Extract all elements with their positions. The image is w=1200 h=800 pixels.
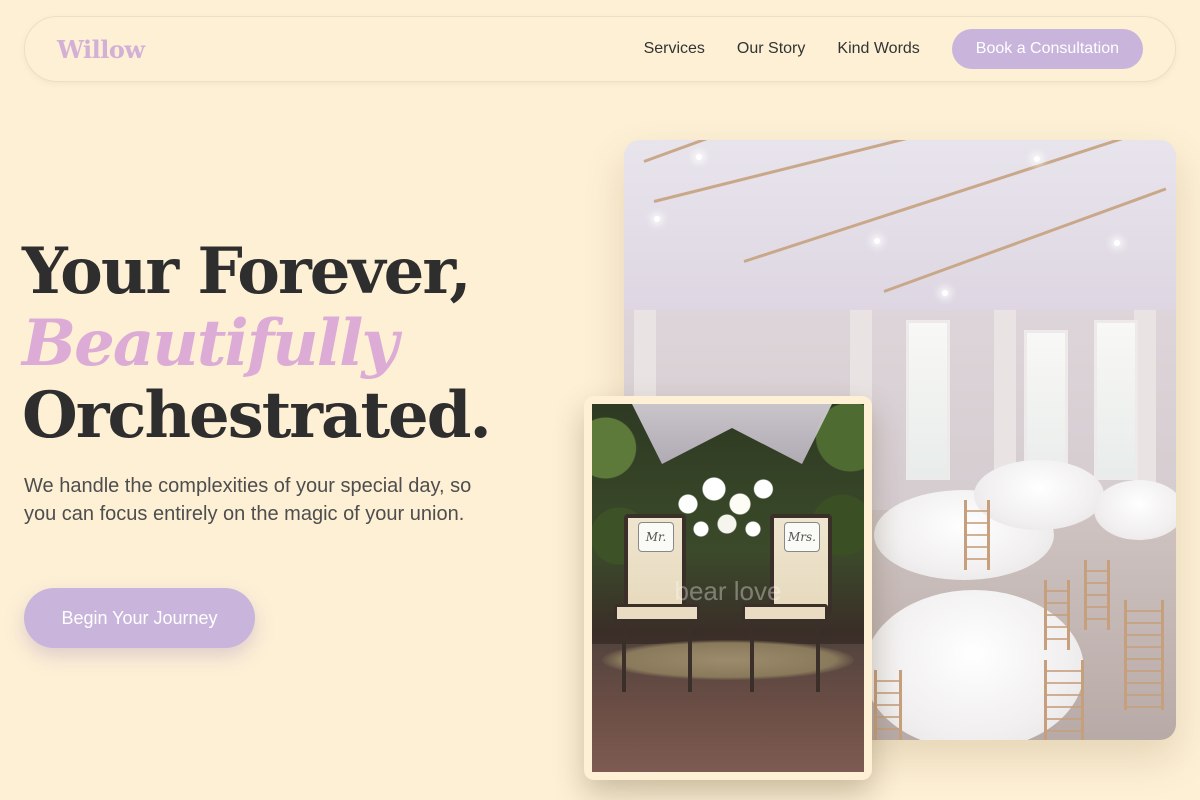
reception-chair xyxy=(1084,560,1110,630)
chair-sign-mrs: Mrs. xyxy=(784,522,820,552)
ceiling-light xyxy=(654,216,660,222)
reception-table xyxy=(1094,480,1176,540)
photo-watermark: bear love xyxy=(674,576,782,606)
chair-sign-mr: Mr. xyxy=(638,522,674,552)
chair-leg xyxy=(816,622,820,692)
book-consultation-button[interactable]: Book a Consultation xyxy=(951,29,1143,69)
nav-links: Services Our Story Kind Words Book a Con… xyxy=(644,29,1143,69)
reception-chair xyxy=(1044,660,1084,740)
begin-journey-button[interactable]: Begin Your Journey xyxy=(24,588,255,648)
hero-title-line1: Your Forever, xyxy=(22,234,472,309)
chair-leg xyxy=(688,622,692,692)
nav-link-our-story[interactable]: Our Story xyxy=(737,40,805,58)
venue-ceiling xyxy=(624,140,1176,320)
reception-chair xyxy=(1124,600,1164,710)
ceiling-light xyxy=(696,154,702,160)
mr-mrs-chairs-photo: Mr. Mrs. bear love xyxy=(592,404,864,772)
ceiling-light xyxy=(1114,240,1120,246)
hero-title-accent: Beautifully xyxy=(22,306,399,381)
venue-window xyxy=(906,320,950,480)
reception-chair xyxy=(1044,580,1070,650)
venue-window xyxy=(1094,320,1138,480)
chairs-photo-frame: Mr. Mrs. bear love xyxy=(584,396,872,780)
reception-chair xyxy=(964,500,990,570)
top-navigation: Willow Services Our Story Kind Words Boo… xyxy=(24,16,1176,82)
hero-title-line3: Orchestrated. xyxy=(22,378,492,453)
chair-leg xyxy=(622,622,626,692)
reception-table xyxy=(974,460,1104,530)
brand-logo[interactable]: Willow xyxy=(57,35,145,64)
nav-link-kind-words[interactable]: Kind Words xyxy=(837,40,919,58)
chair-leg xyxy=(750,622,754,692)
ceiling-light xyxy=(942,290,948,296)
ceiling-light xyxy=(874,238,880,244)
ceiling-light xyxy=(1034,156,1040,162)
hero-subtitle: We handle the complexities of your speci… xyxy=(24,475,472,525)
nav-link-services[interactable]: Services xyxy=(644,40,705,58)
reception-chair xyxy=(874,670,902,740)
hero-title: Your Forever, Beautifully Orchestrated. xyxy=(22,234,492,453)
